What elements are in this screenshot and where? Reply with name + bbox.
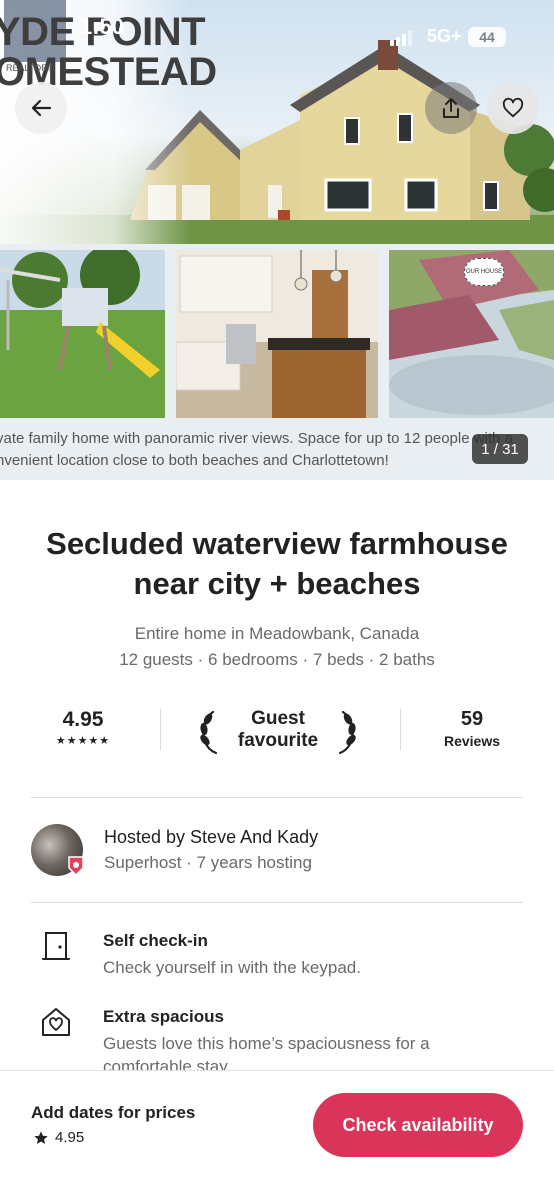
footer-rating: 4.95 — [33, 1129, 84, 1146]
footer-rating-value: 4.95 — [55, 1129, 85, 1146]
arrow-left-icon — [31, 99, 52, 117]
host-experience: Superhost · 7 years hosting — [104, 853, 312, 872]
back-button[interactable] — [15, 82, 67, 134]
guest-favourite-badge: Guest favourite — [198, 704, 358, 756]
share-icon — [443, 98, 459, 118]
laurel-left-icon — [200, 710, 218, 754]
check-availability-button[interactable]: Check availability — [313, 1093, 523, 1157]
section-divider — [31, 797, 523, 798]
photo-counter: 1 / 31 — [472, 434, 528, 464]
playground-illustration — [0, 250, 165, 418]
network-label: 5G+ — [427, 26, 462, 46]
reviews-link[interactable]: 59 Reviews — [430, 708, 514, 749]
section-divider — [31, 902, 523, 903]
photo-caption-line-1: vate family home with panoramic river vi… — [0, 430, 513, 447]
save-favourite-button[interactable] — [487, 82, 539, 134]
guest-favourite-label: Guest favourite — [220, 708, 336, 752]
feature-title: Self check-in — [103, 931, 208, 950]
feature-extra-spacious: Extra spacious Guests love this home’s s… — [40, 1004, 520, 1076]
superhost-badge-icon — [68, 856, 84, 876]
photo-caption-line-2: nvenient location close to both beaches … — [0, 452, 389, 469]
status-time: 1:50 — [80, 14, 125, 39]
listing-title: Secluded waterview farmhouse near city +… — [46, 526, 508, 601]
reviews-count: 59 — [460, 708, 484, 730]
realtor-trademark: REALTOR® — [6, 63, 55, 73]
rating-stars-icon: ★★★★★ — [55, 735, 111, 747]
rating-value: 4.95 — [62, 708, 104, 731]
feature-title: Extra spacious — [103, 1007, 224, 1026]
host-name: Hosted by Steve And Kady — [104, 827, 319, 847]
battery-icon: 44 — [468, 27, 506, 47]
feature-description: Check yourself in with the keypad. — [103, 958, 361, 977]
rating-summary[interactable]: 4.95 ★★★★★ — [40, 708, 126, 747]
host-summary[interactable]: Hosted by Steve And Kady Superhost · 7 y… — [31, 824, 523, 880]
feature-self-check-in: Self check-in Check yourself in with the… — [40, 928, 520, 988]
photo-gallery[interactable]: YDE POINT OMESTEAD REALTOR® 1:50 5G+ 44 — [0, 0, 554, 480]
add-dates-label[interactable]: Add dates for prices — [31, 1103, 195, 1123]
kitchen-illustration — [176, 250, 378, 418]
thumbnail-playground[interactable] — [0, 250, 165, 418]
status-bar: 1:50 5G+ 44 — [0, 0, 554, 60]
share-button[interactable] — [425, 82, 477, 134]
listing-stats: 4.95 ★★★★★ Guest favourite 59 Reviews — [0, 700, 554, 760]
guest-favourite-line-1: Guest — [251, 708, 305, 729]
laurel-right-icon — [338, 710, 356, 754]
reviews-label: Reviews — [443, 733, 501, 749]
thumbnail-kitchen[interactable] — [176, 250, 378, 418]
listing-capacity: 12 guests · 6 bedrooms · 7 beds · 2 bath… — [119, 650, 435, 669]
our-house-sign: OUR HOUSE — [464, 258, 504, 286]
heart-icon — [502, 97, 524, 118]
house-heart-icon — [42, 1008, 70, 1036]
door-icon — [42, 932, 70, 960]
stats-divider — [400, 708, 401, 750]
stats-divider — [160, 708, 161, 750]
star-icon — [34, 1130, 48, 1144]
guest-favourite-line-2: favourite — [237, 730, 319, 751]
photo-caption: vate family home with panoramic river vi… — [0, 428, 554, 472]
listing-subtitle: Entire home in Meadowbank, Canada — [134, 624, 420, 643]
booking-footer: Add dates for prices 4.95 Check availabi… — [0, 1070, 554, 1200]
signal-icon — [390, 30, 412, 46]
